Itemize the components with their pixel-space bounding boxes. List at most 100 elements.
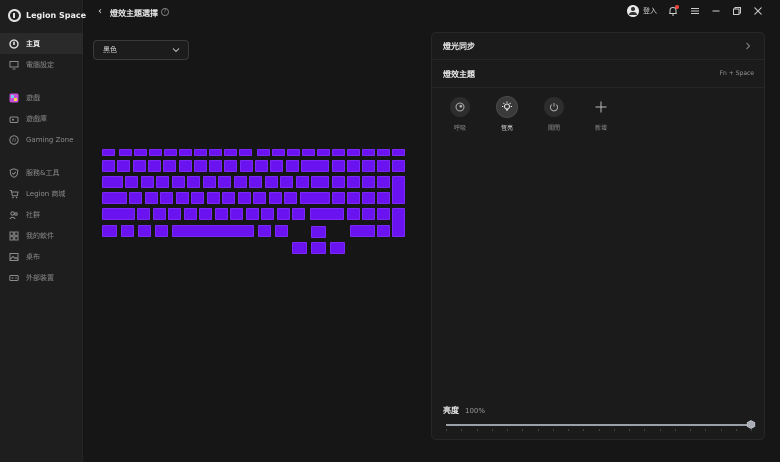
slider-tick — [446, 429, 447, 431]
sidebar-item-library[interactable]: 遊戲庫 — [0, 108, 83, 129]
keyboard-key — [362, 149, 375, 156]
slider-tick — [568, 429, 569, 431]
keyboard-color-select[interactable]: 黑色 — [93, 40, 189, 60]
keyboard-key — [264, 176, 278, 188]
keyboard-key — [332, 192, 345, 204]
keyboard-key — [332, 176, 345, 188]
keyboard-key — [117, 160, 131, 172]
effect-breathe-button[interactable]: 呼吸 — [445, 97, 475, 132]
slider-thumb[interactable] — [746, 420, 756, 429]
lighting-sync-row[interactable]: 燈光同步 — [432, 33, 764, 60]
keyboard-key — [311, 242, 326, 254]
sidebar-item-devices[interactable]: 外部裝置 — [0, 267, 83, 288]
chevron-left-icon[interactable]: ‹ — [98, 7, 102, 17]
slider-fill — [446, 424, 751, 426]
minimize-icon[interactable] — [710, 5, 722, 17]
keyboard-key — [233, 176, 247, 188]
keyboard-key — [285, 160, 299, 172]
keyboard-key — [202, 176, 216, 188]
keyboard-key — [134, 149, 147, 156]
keyboard-key — [272, 149, 285, 156]
menu-icon[interactable] — [689, 5, 701, 17]
keyboard-key — [258, 225, 271, 237]
keyboard-key — [347, 192, 360, 204]
slider-tick — [613, 429, 615, 431]
sidebar-item-games[interactable]: 遊戲 — [0, 87, 83, 108]
keyboard-preview — [102, 149, 406, 257]
effect-label: 呼吸 — [453, 125, 466, 132]
keyboard-key — [237, 192, 251, 204]
keyboard-key — [224, 149, 237, 156]
keyboard-key — [119, 149, 132, 156]
keyboard-key — [149, 149, 162, 156]
keyboard-key — [392, 160, 405, 172]
keyboard-key — [392, 176, 405, 204]
slider-tick — [751, 429, 752, 431]
keyboard-key — [129, 192, 142, 204]
keyboard-key — [280, 176, 293, 188]
keyboard-key — [239, 149, 252, 156]
keyboard-key — [295, 176, 309, 188]
sidebar-item-gaming-zone[interactable]: AI Gaming Zone — [0, 129, 83, 150]
keyboard-key — [230, 208, 243, 220]
keyboard-key — [144, 192, 158, 204]
keyboard-key — [275, 225, 288, 237]
effect-label: 關閉 — [547, 125, 560, 132]
effect-static-button[interactable]: 恆亮 — [492, 97, 522, 132]
lighting-panel: 燈光同步 燈效主題 Fn + Space 呼吸 恆亮 關閉 新增 亮度 100% — [431, 32, 765, 440]
keyboard-key — [125, 176, 138, 188]
app-window: Legion Space 主頁 電腦設定 遊戲 遊戲庫 AI Gaming Zo… — [0, 0, 780, 462]
slider-tick — [690, 429, 691, 431]
keyboard-key — [347, 149, 360, 156]
keyboard-key — [102, 192, 127, 204]
restore-icon[interactable] — [731, 5, 743, 17]
login-label: 登入 — [643, 7, 657, 15]
page-title: 燈效主題選擇 — [110, 9, 158, 18]
slider-tick — [537, 429, 539, 431]
keyboard-key — [102, 225, 117, 237]
wallpaper-icon — [9, 252, 19, 262]
slider-tick — [491, 429, 493, 431]
keyboard-key — [206, 192, 220, 204]
keyboard-key — [138, 225, 151, 237]
sidebar-item-community[interactable]: 社群 — [0, 204, 83, 225]
help-icon[interactable]: ? — [161, 8, 169, 16]
svg-text:AI: AI — [12, 137, 16, 142]
keyboard-key — [102, 208, 135, 220]
keyboard-key — [311, 226, 326, 238]
brand: Legion Space — [8, 7, 86, 23]
sidebar-item-my-apps[interactable]: 我的軟件 — [0, 225, 83, 246]
keyboard-key — [377, 225, 390, 237]
keyboard-key — [163, 160, 177, 172]
keyboard-key — [140, 176, 154, 188]
keyboard-key — [311, 176, 329, 188]
sidebar-item-home[interactable]: 主頁 — [0, 33, 83, 54]
slider-tick — [735, 429, 737, 431]
keyboard-key — [377, 160, 390, 172]
plus-icon — [591, 97, 611, 117]
brightness-slider[interactable] — [446, 420, 756, 431]
slider-tick — [720, 429, 722, 431]
bell-icon[interactable] — [667, 5, 679, 17]
sidebar-item-services[interactable]: 服務&工具 — [0, 162, 83, 183]
effect-label: 新增 — [594, 125, 607, 132]
sidebar-item-pc-settings[interactable]: 電腦設定 — [0, 54, 83, 75]
sidebar-item-wallpaper[interactable]: 桌布 — [0, 246, 83, 267]
keyboard-key — [171, 176, 185, 188]
keyboard-key — [377, 149, 390, 156]
monitor-icon — [9, 60, 19, 70]
effect-off-button[interactable]: 關閉 — [539, 97, 569, 132]
keyboard-key — [132, 160, 146, 172]
slider-tick — [644, 429, 646, 431]
sidebar-item-label: 遊戲庫 — [26, 114, 47, 123]
close-icon[interactable] — [752, 5, 764, 17]
keyboard-key — [121, 225, 134, 237]
login-button[interactable]: 登入 — [627, 5, 657, 17]
effect-add-button[interactable]: 新增 — [586, 97, 616, 132]
top-bar: ‹ 燈效主題選擇 ? 登入 — [84, 0, 780, 26]
sidebar-item-label: 外部裝置 — [26, 273, 54, 282]
keyboard-key — [347, 208, 360, 220]
keyboard-key — [193, 160, 207, 172]
sidebar-item-store[interactable]: Legion 商城 — [0, 183, 83, 204]
keyboard-key — [287, 149, 300, 156]
